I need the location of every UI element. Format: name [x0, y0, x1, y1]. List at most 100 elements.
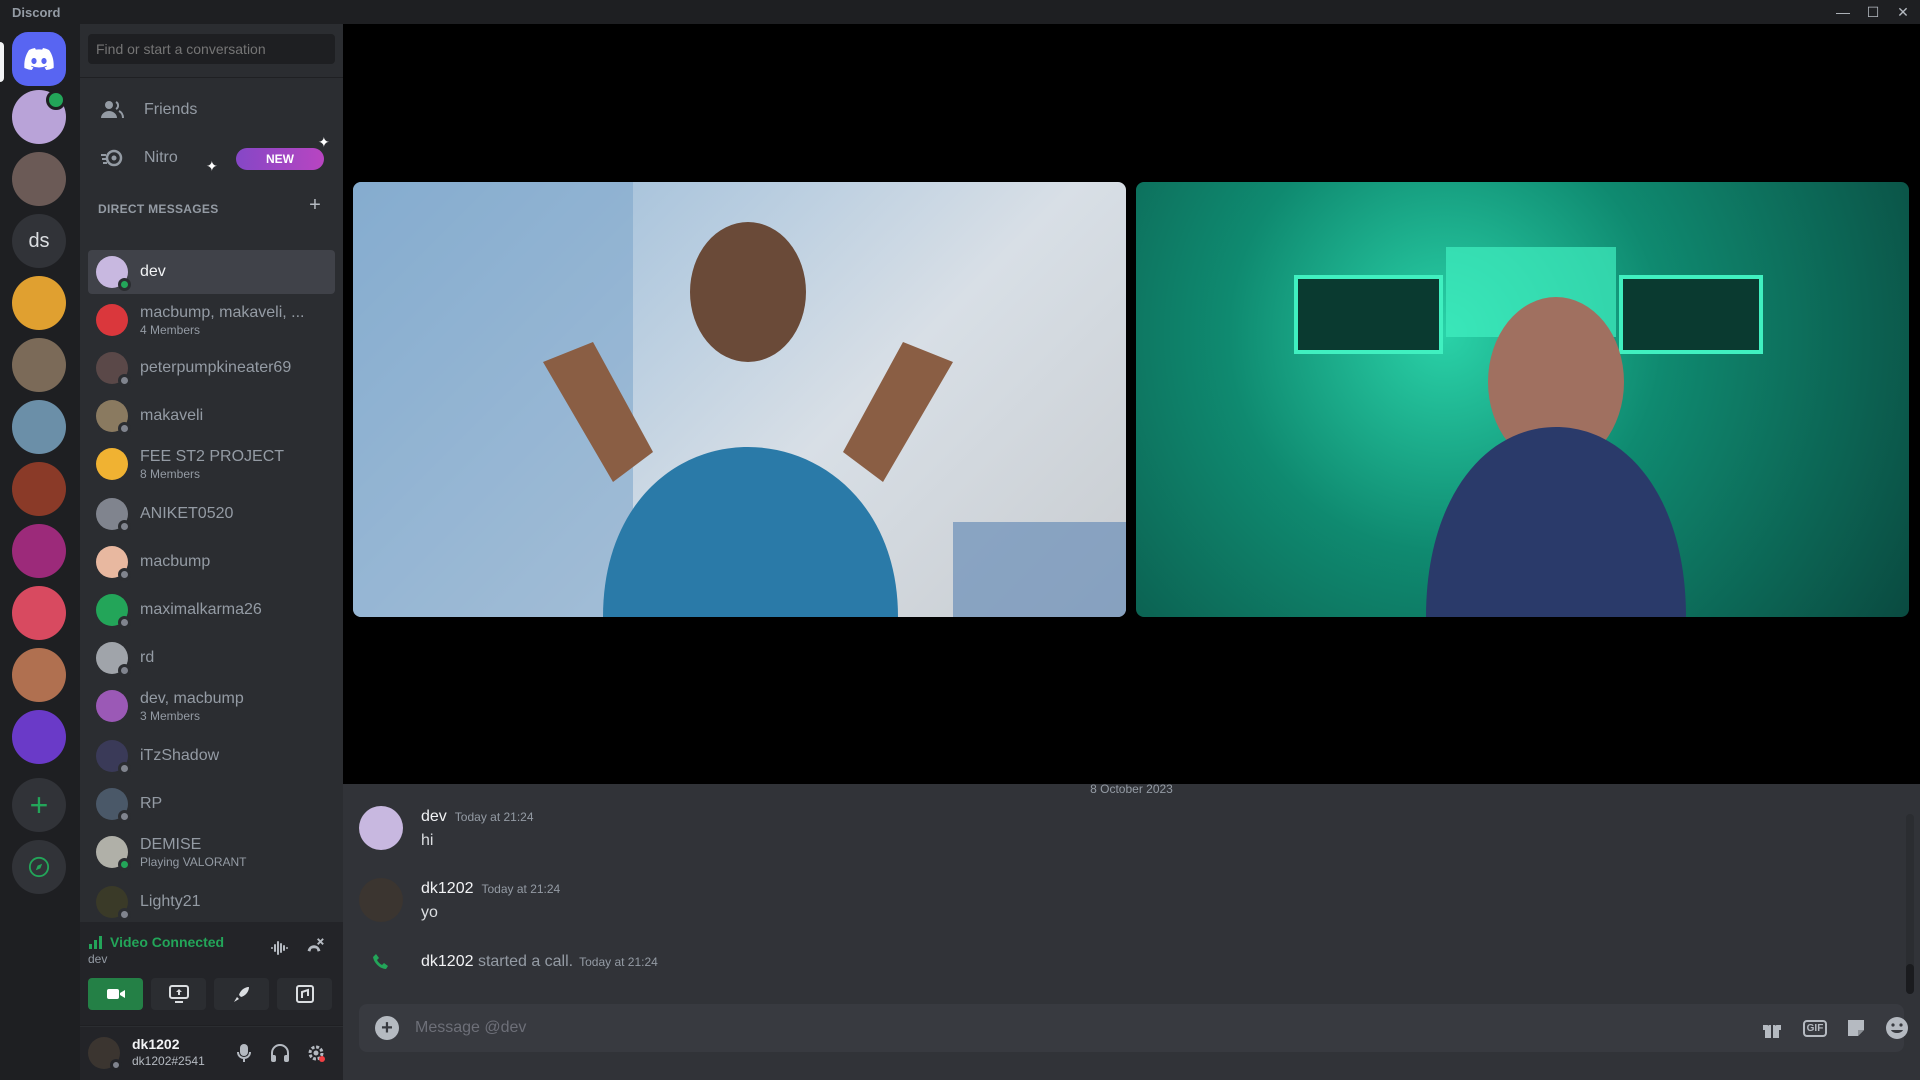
server-icon[interactable] — [12, 586, 66, 640]
dm-avatar — [96, 642, 131, 677]
main-content: 8 October 2023 dev Today at 21:24 hi dk12… — [343, 24, 1920, 1080]
server-icon[interactable] — [12, 710, 66, 764]
friends-label: Friends — [144, 101, 198, 118]
video-tile-dev[interactable] — [353, 182, 1126, 617]
dm-item[interactable]: makaveli — [88, 394, 335, 438]
dm-item[interactable]: maximalkarma26 — [88, 588, 335, 632]
video-live-icon — [46, 90, 66, 110]
server-icon[interactable] — [12, 152, 66, 206]
chat-scrollbar-thumb[interactable] — [1906, 964, 1914, 994]
message-timestamp: Today at 21:24 — [481, 882, 561, 896]
presence-status-icon — [118, 520, 131, 533]
video-tile-dk1202[interactable] — [1136, 182, 1909, 617]
dm-item[interactable]: ANIKET0520 — [88, 492, 335, 536]
direct-messages-home-button[interactable] — [12, 32, 66, 86]
dm-item[interactable]: peterpumpkineater69 — [88, 346, 335, 390]
dm-avatar — [96, 546, 131, 581]
nitro-nav-item[interactable]: Nitro ✦ NEW ✦ — [88, 134, 335, 180]
noise-suppression-button[interactable] — [268, 936, 292, 960]
dm-item[interactable]: macbump, makaveli, ... 4 Members — [88, 298, 335, 342]
new-badge: NEW — [236, 148, 324, 170]
presence-status-icon — [118, 810, 131, 823]
dm-item[interactable]: Lighty21 — [88, 880, 335, 924]
dm-name: dev, macbump — [140, 689, 244, 707]
dm-item[interactable]: DEMISE Playing VALORANT — [88, 830, 335, 874]
emoji-icon[interactable] — [1884, 1016, 1910, 1040]
message-avatar[interactable] — [359, 878, 403, 922]
dm-avatar — [96, 836, 131, 871]
system-text: started a call. — [477, 953, 574, 970]
search-area — [80, 24, 343, 78]
message-avatar[interactable] — [359, 806, 403, 850]
message: dk1202 Today at 21:24 yo — [359, 878, 1859, 928]
settings-gear-icon[interactable] — [304, 1041, 328, 1065]
compass-icon — [28, 856, 50, 878]
date-divider: 8 October 2023 — [1090, 782, 1173, 796]
rocket-icon — [233, 987, 249, 1002]
server-icon[interactable] — [12, 524, 66, 578]
call-area — [343, 24, 1920, 784]
dm-subtext: 4 Members — [140, 322, 201, 337]
friends-nav-item[interactable]: Friends — [88, 88, 335, 132]
discord-logo-icon — [24, 48, 54, 70]
maximize-button[interactable]: ☐ — [1858, 0, 1888, 24]
message-author[interactable]: dev Today at 21:24 — [421, 808, 534, 826]
video-toggle-button[interactable] — [88, 978, 143, 1010]
explore-servers-button[interactable] — [12, 840, 66, 894]
voice-channel-name[interactable]: dev — [88, 952, 107, 966]
dm-item[interactable]: rd — [88, 636, 335, 680]
gift-icon[interactable] — [1759, 1016, 1785, 1040]
sparkle-icon: ✦ — [318, 134, 330, 150]
dm-name: macbump, makaveli, ... — [140, 303, 305, 321]
message-composer: + GIF — [359, 1004, 1908, 1052]
dm-item[interactable]: dev — [88, 250, 335, 294]
upload-plus-button[interactable]: + — [375, 1016, 399, 1040]
microphone-icon[interactable] — [232, 1041, 256, 1065]
message-author[interactable]: dk1202 Today at 21:24 — [421, 880, 560, 898]
server-icon[interactable] — [12, 400, 66, 454]
gif-button[interactable]: GIF — [1802, 1016, 1828, 1040]
server-icon-ds[interactable]: ds — [12, 214, 66, 268]
user-tag[interactable]: dk1202#2541 — [132, 1054, 205, 1068]
participant-video-dk1202-icon — [1294, 247, 1763, 617]
selected-indicator — [0, 42, 4, 82]
participant-video-dev-icon — [353, 182, 1126, 617]
dm-subtext: 8 Members — [140, 466, 201, 481]
dm-name: macbump — [140, 553, 211, 570]
direct-messages-header: DIRECT MESSAGES — [98, 202, 219, 216]
voice-status[interactable]: Video Connected — [110, 934, 224, 950]
disconnect-button[interactable] — [302, 936, 326, 960]
create-dm-button[interactable]: + — [306, 195, 324, 215]
username[interactable]: dk1202 — [132, 1036, 179, 1052]
dm-avatar — [96, 788, 131, 823]
dm-item[interactable]: iTzShadow — [88, 734, 335, 778]
dm-item[interactable]: dev, macbump 3 Members — [88, 684, 335, 728]
search-input[interactable] — [88, 34, 335, 64]
sticker-icon[interactable] — [1843, 1016, 1869, 1040]
server-icon[interactable] — [12, 648, 66, 702]
dm-name: DEMISE — [140, 835, 202, 853]
activity-button[interactable] — [214, 978, 269, 1010]
server-icon[interactable] — [12, 338, 66, 392]
dm-item[interactable]: RP — [88, 782, 335, 826]
server-icon[interactable] — [12, 462, 66, 516]
minimize-button[interactable]: — — [1828, 0, 1858, 24]
headphones-icon[interactable] — [268, 1041, 292, 1065]
soundboard-button[interactable] — [277, 978, 332, 1010]
dm-subtext: Playing VALORANT — [140, 854, 247, 869]
close-window-button[interactable]: ✕ — [1888, 0, 1918, 24]
message-input[interactable] — [415, 1016, 1715, 1040]
add-server-button[interactable]: + — [12, 778, 66, 832]
screen-share-button[interactable] — [151, 978, 206, 1010]
presence-status-icon — [118, 762, 131, 775]
screen-share-icon — [168, 985, 189, 1003]
dm-item[interactable]: macbump — [88, 540, 335, 584]
dm-avatar — [96, 594, 131, 629]
dm-item[interactable]: FEE ST2 PROJECT 8 Members — [88, 442, 335, 486]
title-bar: Discord — ☐ ✕ — [0, 0, 1920, 24]
system-author[interactable]: dk1202 — [421, 953, 474, 970]
app-title: Discord — [12, 5, 61, 20]
presence-status-icon — [118, 422, 131, 435]
dm-avatar — [96, 498, 131, 533]
server-icon[interactable] — [12, 276, 66, 330]
